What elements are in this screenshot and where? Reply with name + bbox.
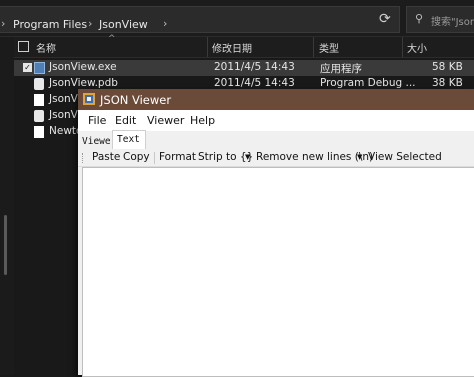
search-icon: ⚲ [415,12,424,25]
file-size: 38 KB [432,77,463,89]
file-name: JsonVi [49,109,81,121]
tab-strip: Viewer Text [78,130,474,150]
json-viewer-window: JSON Viewer File Edit Viewer Help Viewer… [78,89,474,377]
menu-help[interactable]: Help [190,114,215,127]
pdb-file-icon [34,78,44,90]
file-date: 2011/4/5 14:43 [214,61,295,73]
column-divider[interactable] [402,37,403,57]
column-size[interactable]: 大小 [407,40,427,55]
toolbar-grip [82,153,85,163]
file-name: JsonView.pdb [49,77,118,89]
paste-button[interactable]: Paste [92,151,120,163]
menu-bar: File Edit Viewer Help [78,110,474,131]
chevron-right-icon: › [1,17,6,30]
file-type: Program Debug ... [320,77,416,89]
address-bar-area: › Program Files › JsonView › ⟳ ⚲ 搜索"Json [0,0,474,37]
chevron-right-icon: › [163,17,168,30]
dropdown-arrow-icon[interactable]: ▼ [357,153,362,161]
search-box[interactable]: ⚲ 搜索"Json [406,6,474,33]
file-size: 58 KB [432,61,463,73]
document-file-icon [34,94,44,106]
file-name: JsonVi [49,93,81,105]
copy-button[interactable]: Copy [123,151,150,163]
toolbar: Paste Copy Format Strip to {} ▼ Remove n… [78,149,474,167]
column-date[interactable]: 修改日期 [212,40,252,55]
checkbox-checked-icon[interactable]: ✓ [23,63,32,72]
breadcrumb-jsonview[interactable]: JsonView [99,18,148,31]
app-icon [83,93,95,105]
document-file-icon [34,126,44,138]
column-name[interactable]: 名称 [36,40,56,55]
format-button[interactable]: Format [159,151,196,163]
navigation-pane [0,37,14,375]
remove-new-lines-button[interactable]: Remove new lines (\n) [256,151,373,163]
column-header-bar: 名称 ^ 修改日期 类型 大小 [14,34,474,58]
chevron-right-icon: › [88,17,93,30]
menu-edit[interactable]: Edit [115,114,136,127]
title-bar[interactable]: JSON Viewer [78,89,474,110]
view-selected-button[interactable]: View Selected [368,151,442,163]
address-bar[interactable]: › Program Files › JsonView › ⟳ [0,6,400,33]
column-divider[interactable] [207,37,208,57]
breadcrumb-program-files[interactable]: Program Files [13,18,87,31]
refresh-icon[interactable]: ⟳ [379,11,391,27]
file-row[interactable]: ✓ JsonView.exe 2011/4/5 14:43 应用程序 58 KB [14,60,474,76]
column-type[interactable]: 类型 [319,40,339,55]
search-input[interactable]: 搜索"Json [431,13,474,28]
tab-text[interactable]: Text [112,130,146,149]
file-type: 应用程序 [320,63,362,75]
file-name: JsonView.exe [49,61,117,73]
menu-viewer[interactable]: Viewer [147,114,184,127]
window-title: JSON Viewer [100,93,172,107]
text-editor[interactable] [82,167,474,377]
file-date: 2011/4/5 14:43 [214,77,295,89]
settings-file-icon [34,110,44,122]
toolbar-separator [154,152,155,164]
dropdown-arrow-icon[interactable]: ▼ [245,153,250,161]
menu-file[interactable]: File [88,114,106,127]
tab-text-label: Text [117,134,140,145]
column-divider[interactable] [313,37,314,57]
sort-up-icon: ^ [108,34,116,44]
exe-file-icon [34,62,45,74]
scrollbar[interactable] [4,215,7,275]
select-all-checkbox[interactable] [18,41,29,52]
